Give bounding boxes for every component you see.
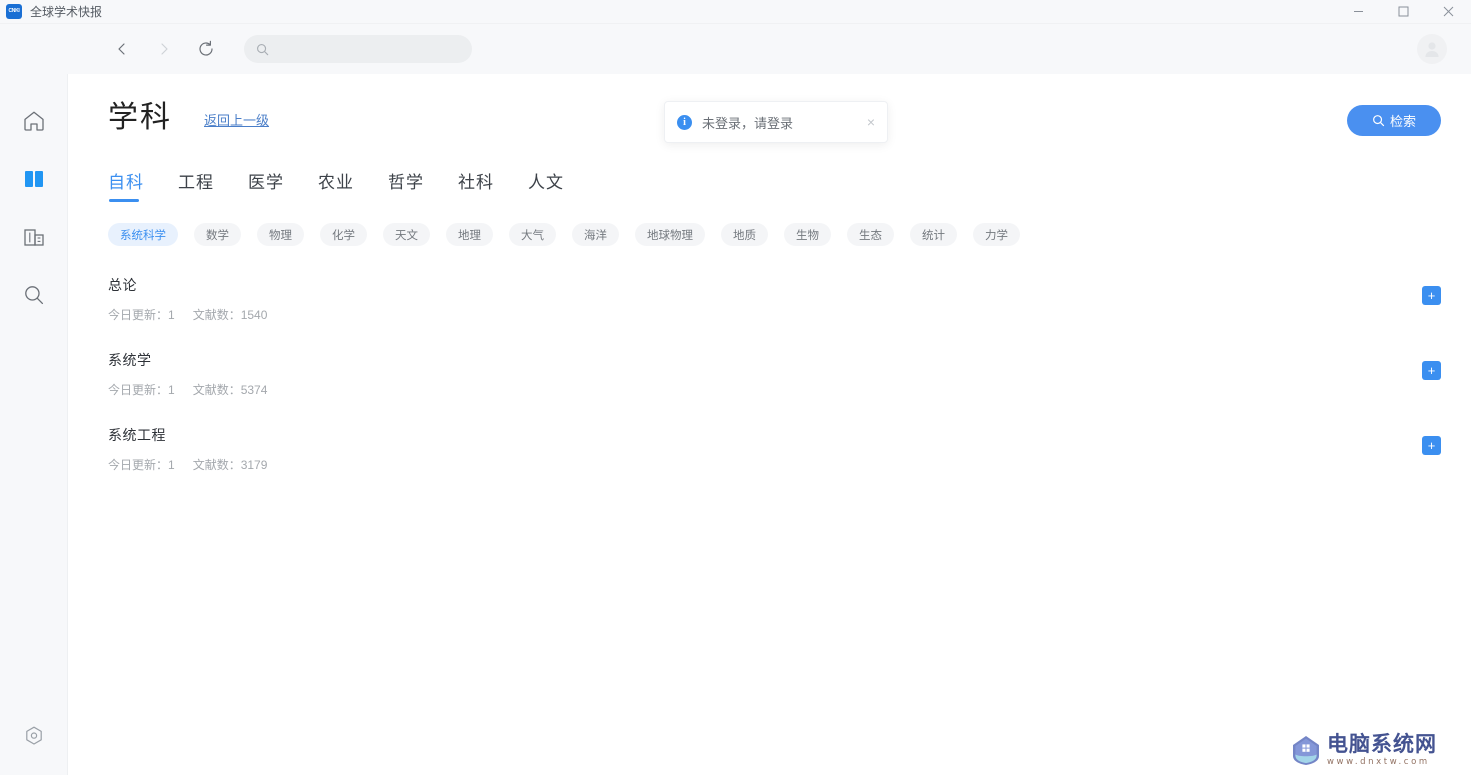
- list-item-meta: 今日更新：1 文献数：5374: [108, 381, 1471, 398]
- chip-5[interactable]: 地理: [446, 223, 493, 246]
- maximize-icon: [1398, 6, 1409, 17]
- avatar[interactable]: [1417, 34, 1447, 64]
- search-icon: [1373, 115, 1385, 127]
- chevron-right-icon: [161, 43, 168, 55]
- tab-3[interactable]: 农业: [318, 168, 354, 202]
- address-search-input[interactable]: [277, 42, 457, 56]
- list-item[interactable]: 系统学今日更新：1 文献数：5374 +: [68, 345, 1471, 420]
- add-subscription-button[interactable]: +: [1422, 436, 1441, 455]
- chip-9[interactable]: 地质: [721, 223, 768, 246]
- book-icon: [25, 171, 43, 187]
- main-content: 学科 返回上一级 i 未登录，请登录 × 检索 自科 工程 医学 农业 哲学 社科 人文 系…: [68, 74, 1471, 775]
- sidebar-rail: [0, 74, 68, 775]
- toast-message: 未登录，请登录: [702, 115, 794, 131]
- watermark-logo-icon: [1293, 736, 1319, 765]
- page-header: 学科 返回上一级: [108, 100, 269, 136]
- page-title: 学科: [108, 101, 172, 134]
- chip-1[interactable]: 数学: [194, 223, 241, 246]
- app-icon: CNKI: [6, 4, 22, 19]
- back-button[interactable]: [106, 33, 138, 65]
- login-notification-toast: i 未登录，请登录 ×: [664, 101, 888, 143]
- info-icon: i: [677, 114, 692, 130]
- tab-6[interactable]: 人文: [528, 168, 564, 202]
- user-avatar-icon: [1425, 42, 1439, 57]
- category-tabs: 自科 工程 医学 农业 哲学 社科 人文: [108, 168, 564, 202]
- gear-icon: [26, 726, 42, 745]
- application-window: CNKI 全球学术快报 学科 返回上一级 i 未登录，请登录 × 检索 自科 工…: [0, 0, 1471, 775]
- watermark-title: 电脑系统网: [1327, 731, 1437, 756]
- forward-button[interactable]: [148, 33, 180, 65]
- list-item-meta: 今日更新：1 文献数：3179: [108, 456, 1471, 473]
- add-subscription-button[interactable]: +: [1422, 286, 1441, 305]
- browser-navbar: [0, 24, 1471, 74]
- list-item-updates: 今日更新：1: [108, 308, 175, 322]
- minimize-icon: [1354, 11, 1363, 12]
- titlebar: CNKI 全球学术快报: [0, 0, 1471, 24]
- building-icon: [24, 229, 44, 246]
- list-item[interactable]: 总论今日更新：1 文献数：1540 +: [68, 270, 1471, 345]
- list-item-meta: 今日更新：1 文献数：1540: [108, 306, 1471, 323]
- chip-13[interactable]: 力学: [973, 223, 1020, 246]
- list-item-title: 系统学: [108, 352, 152, 368]
- sidebar-item-library[interactable]: [0, 150, 68, 208]
- chip-11[interactable]: 生态: [847, 223, 894, 246]
- home-icon: [24, 111, 44, 131]
- list-item-updates: 今日更新：1: [108, 458, 175, 472]
- app-icon-text: CNKI: [8, 8, 20, 14]
- chip-8[interactable]: 地球物理: [635, 223, 705, 246]
- list-item-title: 系统工程: [108, 427, 166, 443]
- tab-5[interactable]: 社科: [458, 168, 494, 202]
- tab-4[interactable]: 哲学: [388, 168, 424, 202]
- chip-6[interactable]: 大气: [509, 223, 556, 246]
- sidebar-item-home[interactable]: [0, 92, 68, 150]
- tab-1[interactable]: 工程: [178, 168, 214, 202]
- minimize-button[interactable]: [1336, 0, 1381, 24]
- list-item-updates: 今日更新：1: [108, 383, 175, 397]
- sidebar-item-search[interactable]: [0, 266, 68, 324]
- chip-7[interactable]: 海洋: [572, 223, 619, 246]
- list-item-title: 总论: [108, 277, 137, 293]
- list-item-docs: 文献数：1540: [192, 308, 268, 322]
- toast-close-button[interactable]: ×: [867, 115, 875, 129]
- watermark-url: www.dnxtw.com: [1327, 756, 1430, 767]
- sidebar-item-settings[interactable]: [0, 711, 68, 761]
- chip-10[interactable]: 生物: [784, 223, 831, 246]
- search-icon: [25, 286, 44, 305]
- chip-4[interactable]: 天文: [383, 223, 430, 246]
- search-button[interactable]: 检索: [1347, 105, 1441, 136]
- add-subscription-button[interactable]: +: [1422, 361, 1441, 380]
- tab-2[interactable]: 医学: [248, 168, 284, 202]
- list-item[interactable]: 系统工程今日更新：1 文献数：3179 +: [68, 420, 1471, 495]
- back-to-parent-link[interactable]: 返回上一级: [204, 110, 269, 129]
- site-watermark: 电脑系统网 www.dnxtw.com: [1285, 725, 1471, 775]
- maximize-button[interactable]: [1381, 0, 1426, 24]
- address-search-box[interactable]: [244, 35, 472, 63]
- reload-button[interactable]: [190, 33, 222, 65]
- window-controls: [1336, 0, 1471, 24]
- chip-0[interactable]: 系统科学: [108, 223, 178, 246]
- discipline-list: 总论 今日更新：1 文献数：1540 + 系统学 今日更新：1 文献数：5374 + 系统工程今…: [68, 270, 1471, 495]
- close-icon: [1443, 6, 1454, 17]
- search-button-label: 检索: [1389, 114, 1416, 129]
- search-icon: [257, 43, 269, 55]
- watermark-text: 电脑系统网 www.dnxtw.com: [1327, 731, 1437, 767]
- chip-2[interactable]: 物理: [257, 223, 304, 246]
- list-item-docs: 文献数：3179: [192, 458, 268, 472]
- chip-3[interactable]: 化学: [320, 223, 367, 246]
- app-title: 全球学术快报: [30, 4, 103, 19]
- chip-12[interactable]: 统计: [910, 223, 957, 246]
- reload-icon: [199, 40, 213, 56]
- chevron-left-icon: [118, 43, 125, 55]
- tab-0[interactable]: 自科: [108, 168, 144, 202]
- sidebar-item-institution[interactable]: [0, 208, 68, 266]
- subcategory-chips: 系统科学 数学 物理 化学 天文 地理 大气 海洋 地球物理 地质 生物 生态 统计 力学: [108, 223, 1036, 246]
- list-item-docs: 文献数：5374: [192, 383, 268, 397]
- close-button[interactable]: [1426, 0, 1471, 24]
